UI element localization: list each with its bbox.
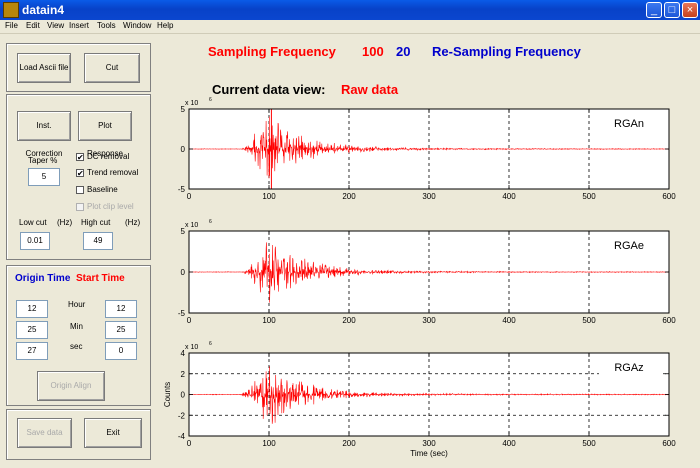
- x-tick-label: 400: [502, 192, 516, 201]
- x-tick-label: 600: [662, 316, 676, 325]
- x-tick-label: 200: [342, 316, 356, 325]
- x-tick-label: 0: [187, 316, 192, 325]
- x-tick-label: 0: [187, 192, 192, 201]
- x-tick-label: 100: [262, 192, 276, 201]
- y-tick-label: 0: [181, 268, 186, 277]
- y-tick-label: -5: [178, 309, 186, 318]
- x-tick-label: 600: [662, 439, 676, 448]
- x-tick-label: 500: [582, 192, 596, 201]
- x-tick-label: 300: [422, 192, 436, 201]
- y-tick-label: 0: [181, 391, 186, 400]
- y-tick-label: 0: [181, 145, 186, 154]
- x-tick-label: 100: [262, 439, 276, 448]
- y-tick-label: -4: [178, 432, 186, 441]
- x-tick-label: 200: [342, 439, 356, 448]
- y-exponent-label: x 10: [185, 344, 198, 351]
- station-label-RGAz: RGAz: [614, 362, 643, 374]
- y-exponent-power: 6: [209, 219, 212, 225]
- x-tick-label: 400: [502, 316, 516, 325]
- x-tick-label: 100: [262, 316, 276, 325]
- x-tick-label: 600: [662, 192, 676, 201]
- y-exponent-power: 6: [209, 97, 212, 103]
- y-exponent-label: x 10: [185, 222, 198, 229]
- y-exponent-power: 6: [209, 341, 212, 347]
- x-axis-label: Time (sec): [410, 449, 448, 458]
- station-label-RGAn: RGAn: [614, 118, 644, 130]
- y-exponent-label: x 10: [185, 100, 198, 107]
- x-tick-label: 400: [502, 439, 516, 448]
- x-tick-label: 200: [342, 192, 356, 201]
- x-tick-label: 0: [187, 439, 192, 448]
- x-tick-label: 300: [422, 316, 436, 325]
- y-tick-label: 2: [181, 370, 186, 379]
- seismogram-plots: 0 100 200 300 400 500 600-505x 10 6RGAn0 100 200 3…: [163, 97, 676, 458]
- y-tick-label: -5: [178, 185, 186, 194]
- y-axis-label: Counts: [163, 382, 172, 407]
- x-tick-label: 300: [422, 439, 436, 448]
- x-tick-label: 500: [582, 439, 596, 448]
- x-tick-label: 500: [582, 316, 596, 325]
- station-label-RGAe: RGAe: [614, 240, 644, 252]
- y-tick-label: -2: [178, 411, 186, 420]
